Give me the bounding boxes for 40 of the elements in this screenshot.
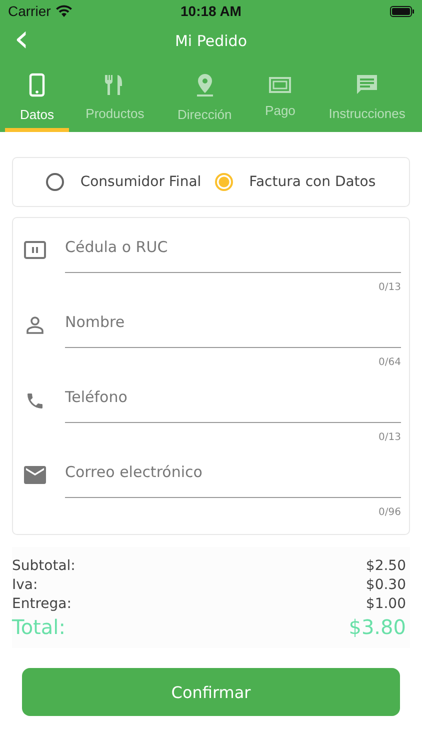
phone-icon bbox=[25, 391, 45, 411]
summary-label: Subtotal: bbox=[12, 557, 76, 576]
character-counter: 0/13 bbox=[378, 282, 401, 293]
chat-icon bbox=[356, 74, 378, 96]
smartphone-icon bbox=[29, 72, 45, 96]
screen-title: Mi Pedido bbox=[175, 32, 247, 50]
battery-icon bbox=[390, 6, 414, 16]
character-counter: 0/13 bbox=[378, 432, 401, 443]
radio-label[interactable]: Factura con Datos bbox=[249, 174, 376, 190]
id-card-icon bbox=[24, 241, 46, 259]
summary-value: $3.80 bbox=[348, 614, 406, 640]
summary-value: $2.50 bbox=[366, 557, 406, 576]
input-field[interactable]: Nombre bbox=[65, 305, 401, 348]
summary-value: $0.30 bbox=[366, 576, 406, 595]
input-field[interactable]: Teléfono bbox=[65, 380, 401, 423]
radio-button[interactable] bbox=[215, 173, 234, 191]
wifi-icon bbox=[56, 5, 72, 17]
confirm-button[interactable]: Confirmar bbox=[22, 668, 400, 716]
banknote-icon bbox=[269, 76, 292, 92]
summary-label: Total: bbox=[12, 614, 66, 640]
person-icon bbox=[26, 316, 44, 334]
tab[interactable]: Datos bbox=[5, 60, 69, 132]
character-counter: 0/64 bbox=[378, 357, 401, 368]
tab[interactable]: Dirección bbox=[160, 60, 248, 132]
location-pin-icon bbox=[196, 72, 214, 96]
radio-button[interactable] bbox=[46, 173, 64, 191]
summary-label: Entrega: bbox=[12, 595, 72, 614]
tab[interactable]: Productos bbox=[69, 60, 161, 132]
tab[interactable]: Instrucciones bbox=[312, 60, 422, 132]
summary-value: $1.00 bbox=[366, 595, 406, 614]
input-field[interactable]: Correo electrónico bbox=[65, 455, 401, 498]
mail-icon bbox=[24, 466, 46, 484]
radio-label[interactable]: Consumidor Final bbox=[80, 174, 202, 190]
summary-label: Iva: bbox=[12, 576, 38, 595]
tab[interactable]: Pago bbox=[248, 60, 312, 132]
status-time: 10:18 AM bbox=[180, 3, 242, 19]
carrier-name: Carrier bbox=[8, 3, 51, 19]
input-field[interactable]: Cédula o RUC bbox=[65, 230, 401, 273]
character-counter: 0/96 bbox=[378, 507, 401, 518]
back-button[interactable]: ‹ bbox=[14, 23, 30, 59]
